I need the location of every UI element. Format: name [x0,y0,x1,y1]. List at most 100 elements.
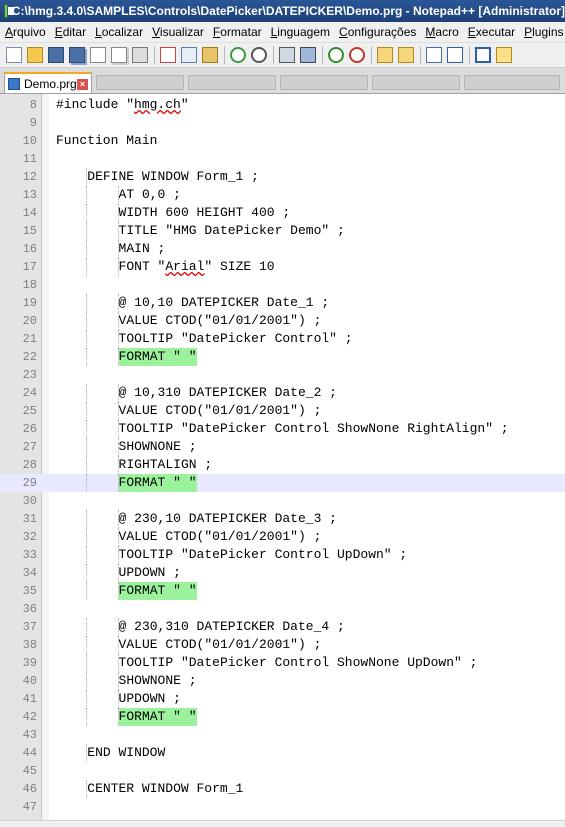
menu-localizar[interactable]: Localizar [90,25,147,39]
tab-other[interactable] [188,75,276,90]
redo-icon[interactable] [251,47,267,63]
paste-icon[interactable] [202,47,218,63]
user-language-icon[interactable] [496,47,512,63]
tab-bar: Demo.prg × [0,68,565,94]
spellcheck-underline: hmg.ch [134,97,181,112]
toolbar-separator [420,46,421,64]
line-number: 46 [22,782,37,796]
code-line[interactable]: 8 #include "hmg.ch" [0,96,565,114]
highlighted-code-text: FORMAT " " [118,348,197,366]
code-line[interactable]: 41 UPDOWN ; [0,690,565,708]
code-line[interactable]: 46 CENTER WINDOW Form_1 [0,780,565,798]
open-file-icon[interactable] [27,47,43,63]
tab-other[interactable] [96,75,184,90]
sync-horizontal-icon[interactable] [398,47,414,63]
code-line[interactable]: 14 WIDTH 600 HEIGHT 400 ; [0,204,565,222]
code-line[interactable]: 21 TOOLTIP "DatePicker Control" ; [0,330,565,348]
code-line[interactable]: 19 @ 10,10 DATEPICKER Date_1 ; [0,294,565,312]
menu-visualizar[interactable]: Visualizar [147,25,208,39]
tab-close-icon[interactable]: × [77,78,88,90]
code-line[interactable]: 45 [0,762,565,780]
code-text: @ 230,310 DATEPICKER Date_4 ; [118,619,345,634]
code-line[interactable]: 20 VALUE CTOD("01/01/2001") ; [0,312,565,330]
new-file-icon[interactable] [6,47,22,63]
code-line[interactable]: 18 [0,276,565,294]
cut-icon[interactable] [160,47,176,63]
code-line[interactable]: 15 TITLE "HMG DatePicker Demo" ; [0,222,565,240]
tab-other[interactable] [372,75,460,90]
menu-configuracoes[interactable]: Configurações [334,25,420,39]
copy-icon[interactable] [181,47,197,63]
code-line[interactable]: 25 VALUE CTOD("01/01/2001") ; [0,402,565,420]
replace-icon[interactable] [300,47,316,63]
line-number: 36 [22,602,37,616]
line-number: 17 [22,260,37,274]
print-icon[interactable] [132,47,148,63]
code-line[interactable]: 35 FORMAT " " [0,582,565,600]
menu-macro[interactable]: Macro [420,25,462,39]
code-line[interactable]: 37 @ 230,310 DATEPICKER Date_4 ; [0,618,565,636]
code-line[interactable]: 23 [0,366,565,384]
save-icon[interactable] [48,47,64,63]
code-line[interactable]: 11 [0,150,565,168]
code-line[interactable]: 47 [0,798,565,816]
zoom-out-icon[interactable] [349,47,365,63]
code-line[interactable]: 39 TOOLTIP "DatePicker Control ShowNone U… [0,654,565,672]
menu-linguagem[interactable]: Linguagem [266,25,334,39]
line-number: 41 [22,692,37,706]
menu-executar[interactable]: Executar [463,25,519,39]
menu-editar[interactable]: Editar [50,25,90,39]
tab-other[interactable] [464,75,560,90]
tab-demo-prg[interactable]: Demo.prg × [4,72,92,93]
code-line[interactable]: 27 SHOWNONE ; [0,438,565,456]
code-editor[interactable]: 8 #include "hmg.ch" 9 10 Function Main 11 12 DE… [0,94,565,827]
zoom-in-icon[interactable] [328,47,344,63]
menu-arquivo[interactable]: Arquivo [0,25,50,39]
code-line[interactable]: 22 FORMAT " " [0,348,565,366]
sync-vertical-icon[interactable] [377,47,393,63]
code-line[interactable]: 31 @ 230,10 DATEPICKER Date_3 ; [0,510,565,528]
word-wrap-icon[interactable] [426,47,442,63]
line-number: 39 [22,656,37,670]
code-line[interactable]: 42 FORMAT " " [0,708,565,726]
code-line[interactable]: 29 FORMAT " " [0,474,565,492]
menu-formatar[interactable]: Formatar [208,25,266,39]
code-line[interactable]: 33 TOOLTIP "DatePicker Control UpDown" ; [0,546,565,564]
line-number: 18 [22,278,37,292]
code-line[interactable]: 34 UPDOWN ; [0,564,565,582]
horizontal-scrollbar[interactable] [0,820,565,827]
code-line[interactable]: 13 AT 0,0 ; [0,186,565,204]
indent-guide-icon[interactable] [475,47,491,63]
code-line[interactable]: 38 VALUE CTOD("01/01/2001") ; [0,636,565,654]
code-line[interactable]: 16 MAIN ; [0,240,565,258]
close-icon[interactable] [90,47,106,63]
code-line[interactable]: 12 DEFINE WINDOW Form_1 ; [0,168,565,186]
tab-other[interactable] [280,75,368,90]
code-line[interactable]: 32 VALUE CTOD("01/01/2001") ; [0,528,565,546]
code-line[interactable]: 36 [0,600,565,618]
code-line[interactable]: 17 FONT "Arial" SIZE 10 [0,258,565,276]
indent-guide [86,222,88,240]
close-all-icon[interactable] [111,47,127,63]
indent-guide [86,528,88,546]
code-line[interactable]: 28 RIGHTALIGN ; [0,456,565,474]
code-line[interactable]: 43 [0,726,565,744]
indent-guide [86,186,88,204]
code-line[interactable]: 9 [0,114,565,132]
code-text: @ 10,310 DATEPICKER Date_2 ; [118,385,337,400]
code-line[interactable]: 24 @ 10,310 DATEPICKER Date_2 ; [0,384,565,402]
show-all-characters-icon[interactable] [447,47,463,63]
save-all-icon[interactable] [69,47,85,63]
menu-plugins[interactable]: Plugins [519,25,565,39]
code-line[interactable]: 30 [0,492,565,510]
find-icon[interactable] [279,47,295,63]
file-saved-icon [8,78,20,90]
line-number: 43 [22,728,37,742]
code-line[interactable]: 44 END WINDOW [0,744,565,762]
code-line[interactable]: 26 TOOLTIP "DatePicker Control ShowNone R… [0,420,565,438]
code-line[interactable]: 10 Function Main [0,132,565,150]
line-number: 30 [22,494,37,508]
code-line[interactable]: 40 SHOWNONE ; [0,672,565,690]
code-text: MAIN ; [118,241,166,256]
undo-icon[interactable] [230,47,246,63]
